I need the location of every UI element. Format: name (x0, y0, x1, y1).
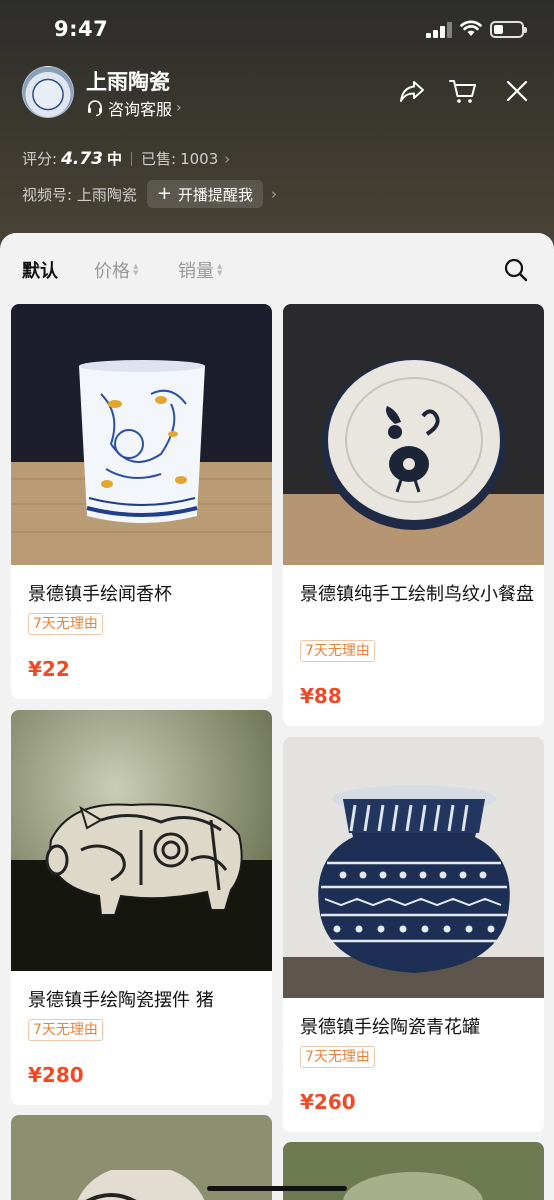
product-price: ¥88 (300, 684, 342, 708)
chevron-right-icon: › (224, 149, 231, 168)
wifi-icon (460, 20, 482, 36)
product-title: 景德镇手绘陶瓷摆件 猪 (28, 990, 214, 1011)
chevron-right-icon: › (176, 100, 182, 116)
return-policy-tag: 7天无理由 (28, 613, 103, 635)
headset-icon (88, 100, 102, 117)
sort-bar: 默认 价格 ▲ ▼ 销量 ▲ ▼ (0, 233, 554, 303)
plus-icon: + (156, 183, 172, 204)
sort-sales-tab[interactable]: 销量 ▲ ▼ (178, 257, 222, 283)
sort-arrows-icon: ▲ ▼ (217, 262, 223, 277)
sold-count: 1003 (180, 149, 219, 168)
product-image-cup (11, 304, 272, 565)
sort-default-label: 默认 (22, 261, 58, 282)
status-time: 9:47 (54, 17, 109, 41)
product-card[interactable]: 景德镇手绘陶瓷摆件 猪 7天无理由 ¥280 (11, 710, 272, 1105)
sort-arrows-icon: ▲ ▼ (133, 262, 139, 277)
video-account-label: 视频号: 上雨陶瓷 (22, 185, 137, 204)
product-price: ¥280 (28, 1063, 84, 1087)
close-icon[interactable] (502, 76, 532, 106)
score-label: 评分: (22, 150, 58, 168)
customer-service-link[interactable]: 咨询客服 › (86, 97, 182, 119)
product-card[interactable]: 景德镇纯手工绘制鸟纹小餐盘 7天无理由 ¥88 (283, 304, 544, 726)
product-price: ¥260 (300, 1090, 356, 1114)
status-bar: 9:47 (0, 0, 554, 60)
sort-sales-label: 销量 (178, 261, 214, 282)
chevron-right-icon: › (270, 185, 277, 203)
shop-stats[interactable]: 评分: 4.73 中 已售: 1003 › (22, 148, 230, 169)
product-title: 景德镇纯手工绘制鸟纹小餐盘 (300, 584, 534, 605)
share-icon[interactable] (397, 76, 427, 106)
home-indicator (207, 1186, 347, 1191)
score-level: 中 (107, 150, 123, 168)
product-card[interactable]: 景德镇手绘陶瓷青花罐 7天无理由 ¥260 (283, 737, 544, 1132)
search-icon[interactable] (503, 257, 529, 283)
sold-label: 已售: (141, 150, 177, 168)
score-value: 4.73 (61, 148, 104, 169)
product-image-blue-white-jar (283, 737, 544, 998)
product-image-bowl (283, 1142, 544, 1200)
live-reminder-label: 开播提醒我 (177, 185, 253, 204)
product-image-pig-figurine (11, 710, 272, 971)
sort-price-tab[interactable]: 价格 ▲ ▼ (94, 257, 138, 283)
video-account-row: 视频号: 上雨陶瓷 + 开播提醒我 › (22, 180, 277, 208)
stats-divider (131, 151, 133, 166)
return-policy-tag: 7天无理由 (28, 1019, 103, 1041)
sort-default-tab[interactable]: 默认 (22, 257, 58, 283)
product-panel: 默认 价格 ▲ ▼ 销量 ▲ ▼ 景德镇手绘闻香杯 7天无理由 ¥22 景德镇纯… (0, 233, 554, 1200)
product-title: 景德镇手绘陶瓷青花罐 (300, 1017, 480, 1038)
battery-icon (490, 21, 527, 38)
return-policy-tag: 7天无理由 (300, 1046, 375, 1068)
shop-name[interactable]: 上雨陶瓷 (86, 66, 170, 96)
return-policy-tag: 7天无理由 (300, 640, 375, 662)
product-price: ¥22 (28, 657, 70, 681)
product-image-plate (283, 304, 544, 565)
customer-service-label: 咨询客服 (108, 100, 173, 119)
shop-avatar[interactable] (22, 66, 74, 118)
product-card[interactable]: 景德镇手绘闻香杯 7天无理由 ¥22 (11, 304, 272, 699)
product-card[interactable] (283, 1142, 544, 1200)
product-title: 景德镇手绘闻香杯 (28, 584, 172, 605)
live-reminder-button[interactable]: + 开播提醒我 (146, 180, 263, 208)
cart-icon[interactable] (448, 76, 478, 106)
sort-price-label: 价格 (94, 261, 130, 282)
cellular-signal-icon (426, 22, 452, 38)
